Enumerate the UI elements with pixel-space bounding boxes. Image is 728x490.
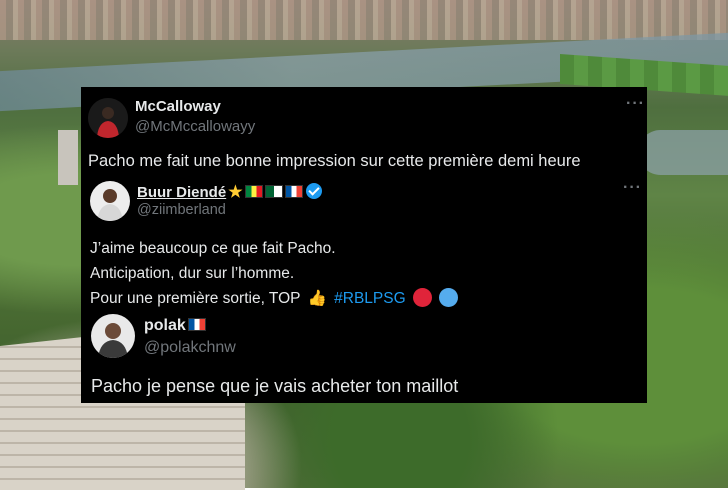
background-river-bend (638, 130, 728, 175)
avatar-person-icon (90, 181, 130, 221)
tweet-line: Anticipation, dur sur l’homme. (90, 265, 295, 282)
more-icon[interactable]: ··· (626, 95, 645, 113)
avatar[interactable] (91, 314, 135, 358)
blue-circle-emoji (439, 288, 459, 307)
display-name[interactable]: polak (144, 317, 186, 334)
star-emoji: ★ (228, 184, 243, 201)
france-flag-icon (284, 185, 303, 198)
hashtag-link[interactable]: #RBLPSG (334, 290, 406, 307)
handle[interactable]: @polakchnw (144, 339, 236, 357)
background-tower (58, 130, 78, 185)
tweet-text: Pacho je pense que je vais acheter ton m… (91, 376, 459, 396)
tweet-text: Pacho me fait une bonne impression sur c… (88, 152, 581, 170)
tweet-line: J’aime beaucoup ce que fait Pacho. (90, 240, 336, 257)
name-row: polak (144, 317, 206, 335)
tweet-line: Pour une première sortie, TOP (90, 290, 301, 307)
avatar-person-icon (91, 314, 135, 358)
tweet-2[interactable]: Buur Diendé ★ @ziimberland ··· J’aime bea… (81, 175, 647, 307)
display-name[interactable]: McCalloway (135, 98, 221, 115)
avatar[interactable] (88, 98, 128, 138)
tweet-1[interactable]: McCalloway @McMccallowayy ··· Pacho me f… (81, 87, 647, 185)
france-flag-icon (187, 318, 206, 331)
background-town (0, 0, 728, 40)
display-name[interactable]: Buur Diendé (137, 184, 226, 201)
more-icon[interactable]: ··· (623, 179, 642, 197)
verified-badge-icon (305, 183, 322, 199)
avatar-person-icon (88, 98, 128, 138)
red-circle-emoji (412, 288, 432, 307)
name-row: Buur Diendé ★ (137, 182, 322, 202)
thumbs-up-emoji: 👍 (307, 290, 327, 307)
avatar[interactable] (90, 181, 130, 221)
senegal-flag-icon (244, 185, 263, 198)
tweet-3[interactable]: polak @polakchnw Pacho je pense que je v… (81, 309, 647, 403)
handle[interactable]: @McMccallowayy (135, 118, 255, 135)
tweet-thread-card: McCalloway @McMccallowayy ··· Pacho me f… (81, 87, 647, 403)
algeria-flag-icon (264, 185, 283, 198)
tweet-text: J’aime beaucoup ce que fait Pacho. Antic… (90, 236, 459, 311)
handle[interactable]: @ziimberland (137, 202, 226, 218)
tweet-line-with-hashtag: Pour une première sortie, TOP 👍 #RBLPSG (90, 286, 459, 311)
